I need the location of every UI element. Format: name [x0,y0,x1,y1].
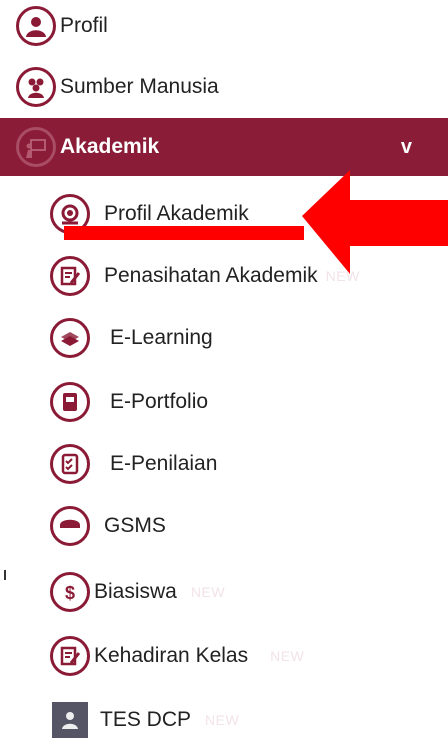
menu-item-tes-dcp[interactable]: TES DCP NEW [0,692,448,748]
submenu-label-e-portfolio: E-Portfolio [110,390,209,413]
submenu-label-gsms: GSMS [104,514,166,537]
books-stack-icon [50,318,90,358]
submenu-item-e-portfolio[interactable]: E-Portfolio [0,374,448,430]
menu-label-biasiswa: Biasiswa [94,580,177,603]
menu-label-sumber-manusia: Sumber Manusia [60,75,219,98]
new-badge: NEW [205,712,240,728]
submenu-label-e-penilaian: E-Penilaian [110,452,218,475]
menu-item-kehadiran-kelas[interactable]: Kehadiran Kelas NEW [0,628,448,684]
menu-label-kehadiran-kelas: Kehadiran Kelas [94,644,249,667]
menu-item-profil[interactable]: Profil [0,0,448,54]
attendance-note-icon [50,636,90,676]
graduation-cap-icon [50,506,90,546]
menu-item-biasiswa[interactable]: $ Biasiswa NEW [0,564,448,620]
academic-teacher-icon [16,127,56,167]
menu-item-sumber-manusia[interactable]: Sumber Manusia [0,59,448,115]
svg-text:$: $ [65,583,75,603]
red-arrow-annotation [64,170,448,274]
people-group-icon [16,67,56,107]
scholarship-dollar-icon: $ [50,572,90,612]
submenu-item-e-learning[interactable]: E-Learning [0,310,448,366]
menu-label-tes-dcp: TES DCP [100,708,192,731]
submenu-label-e-learning: E-Learning [110,326,213,349]
chevron-down-icon[interactable]: v [401,136,412,159]
checklist-icon [50,444,90,484]
new-badge: NEW [190,584,226,600]
menu-label-akademik: Akademik [60,135,160,158]
menu-label-profil: Profil [60,14,108,37]
tes-dcp-icon [52,702,88,738]
submenu-item-gsms[interactable]: GSMS [0,498,448,554]
new-badge: NEW [270,648,305,664]
user-icon [16,6,56,46]
notebook-icon [50,382,90,422]
submenu-item-e-penilaian[interactable]: E-Penilaian [0,436,448,492]
